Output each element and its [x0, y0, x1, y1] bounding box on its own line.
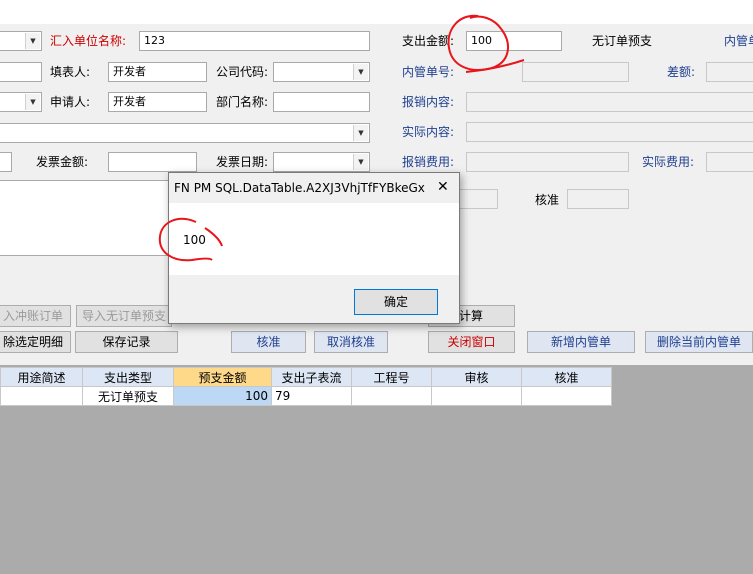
table-cell[interactable]	[0, 386, 83, 406]
dialog-ok-button[interactable]: 确定	[354, 289, 438, 315]
table-cell[interactable]	[521, 386, 612, 406]
dialog-message: 100	[183, 233, 206, 247]
chevron-down-icon: ▼	[25, 33, 40, 49]
top-strip	[0, 0, 753, 24]
company-code-dropdown[interactable]: ▼	[273, 62, 370, 82]
column-header[interactable]: 支出子表流	[271, 367, 352, 387]
table-cell[interactable]: 无订单预支	[82, 386, 174, 406]
delete-internal-order-button[interactable]: 删除当前内管单	[645, 331, 753, 353]
difference-input	[706, 62, 753, 82]
filler-input[interactable]: 开发者	[108, 62, 207, 82]
approve-button[interactable]: 核准	[231, 331, 306, 353]
applicant-label: 申请人:	[50, 95, 91, 109]
table-cell[interactable]	[431, 386, 522, 406]
reimburse-cost-label: 报销费用:	[402, 155, 455, 169]
approve-input	[567, 189, 629, 209]
table-cell-selected[interactable]: 100	[173, 386, 272, 406]
internal-order-no-label: 内管单号:	[402, 65, 455, 79]
close-icon[interactable]: ✕	[437, 179, 449, 195]
dialog-body: 100	[169, 203, 459, 275]
approve-label: 核准	[535, 193, 560, 207]
chevron-down-icon: ▼	[25, 94, 40, 110]
row3-left-dropdown[interactable]: ▼	[0, 92, 42, 112]
message-dialog: FN PM SQL.DataTable.A2XJ3VhjTfFYBkeGx ✕ …	[168, 172, 460, 324]
column-header[interactable]: 支出类型	[82, 367, 174, 387]
partial-hidden-input	[455, 189, 498, 209]
actual-cost-input	[706, 152, 753, 172]
offset-order-button[interactable]: 入冲账订单	[0, 305, 71, 327]
column-header[interactable]: 用途简述	[0, 367, 83, 387]
actual-cost-label: 实际费用:	[642, 155, 695, 169]
invoice-date-label: 发票日期:	[216, 155, 269, 169]
expense-amount-label: 支出金额:	[402, 34, 455, 48]
reimburse-content-label: 报销内容:	[402, 95, 455, 109]
chevron-down-icon: ▼	[353, 125, 368, 141]
row4-wide-dropdown[interactable]: ▼	[0, 123, 370, 143]
dept-name-label: 部门名称:	[216, 95, 269, 109]
table-cell[interactable]	[351, 386, 432, 406]
add-internal-order-button[interactable]: 新增内管单	[527, 331, 635, 353]
difference-label: 差额:	[667, 65, 696, 79]
dialog-title: FN PM SQL.DataTable.A2XJ3VhjTfFYBkeGx	[174, 181, 425, 195]
reimburse-cost-input	[466, 152, 629, 172]
chevron-down-icon: ▼	[353, 154, 368, 170]
delete-selected-button[interactable]: 除选定明细	[0, 331, 71, 353]
table-cell[interactable]: 79	[271, 386, 352, 406]
import-no-order-button[interactable]: 导入无订单预支	[76, 305, 172, 327]
remit-unit-label: 汇入单位名称:	[50, 34, 127, 48]
column-header[interactable]: 工程号	[351, 367, 432, 387]
actual-content-label: 实际内容:	[402, 125, 455, 139]
dept-name-input[interactable]	[273, 92, 370, 112]
remit-unit-input[interactable]: 123	[139, 31, 370, 51]
row1-left-dropdown[interactable]: ▼	[0, 31, 42, 51]
save-record-button[interactable]: 保存记录	[75, 331, 178, 353]
actual-content-input	[466, 122, 753, 142]
reimburse-content-input	[466, 92, 753, 112]
chevron-down-icon: ▼	[353, 64, 368, 80]
filler-label: 填表人:	[50, 65, 91, 79]
expense-amount-input[interactable]: 100	[466, 31, 562, 51]
applicant-input[interactable]: 开发者	[108, 92, 207, 112]
column-header[interactable]: 核准	[521, 367, 612, 387]
column-header-active[interactable]: 预支金额	[173, 367, 272, 387]
invoice-date-picker[interactable]: ▼	[273, 152, 370, 172]
row2-left-input[interactable]	[0, 62, 42, 82]
detail-table: 用途简述 支出类型 预支金额 支出子表流 工程号 审核 核准 无订单预支 100…	[0, 367, 612, 406]
cancel-approve-button[interactable]: 取消核准	[314, 331, 388, 353]
table-header-row: 用途简述 支出类型 预支金额 支出子表流 工程号 审核 核准	[0, 367, 612, 387]
row5-left-input[interactable]	[0, 152, 12, 172]
company-code-label: 公司代码:	[216, 65, 269, 79]
table-row[interactable]: 无订单预支 100 79	[0, 386, 612, 406]
internal-order-label-top: 内管单	[724, 34, 753, 48]
invoice-amount-input[interactable]	[108, 152, 197, 172]
close-window-button[interactable]: 关闭窗口	[428, 331, 515, 353]
expense-type-text: 无订单预支	[592, 34, 653, 48]
internal-order-no-input	[522, 62, 629, 82]
column-header[interactable]: 审核	[431, 367, 522, 387]
detail-grid: 用途简述 支出类型 预支金额 支出子表流 工程号 审核 核准 无订单预支 100…	[0, 365, 753, 574]
invoice-amount-label: 发票金额:	[36, 155, 89, 169]
